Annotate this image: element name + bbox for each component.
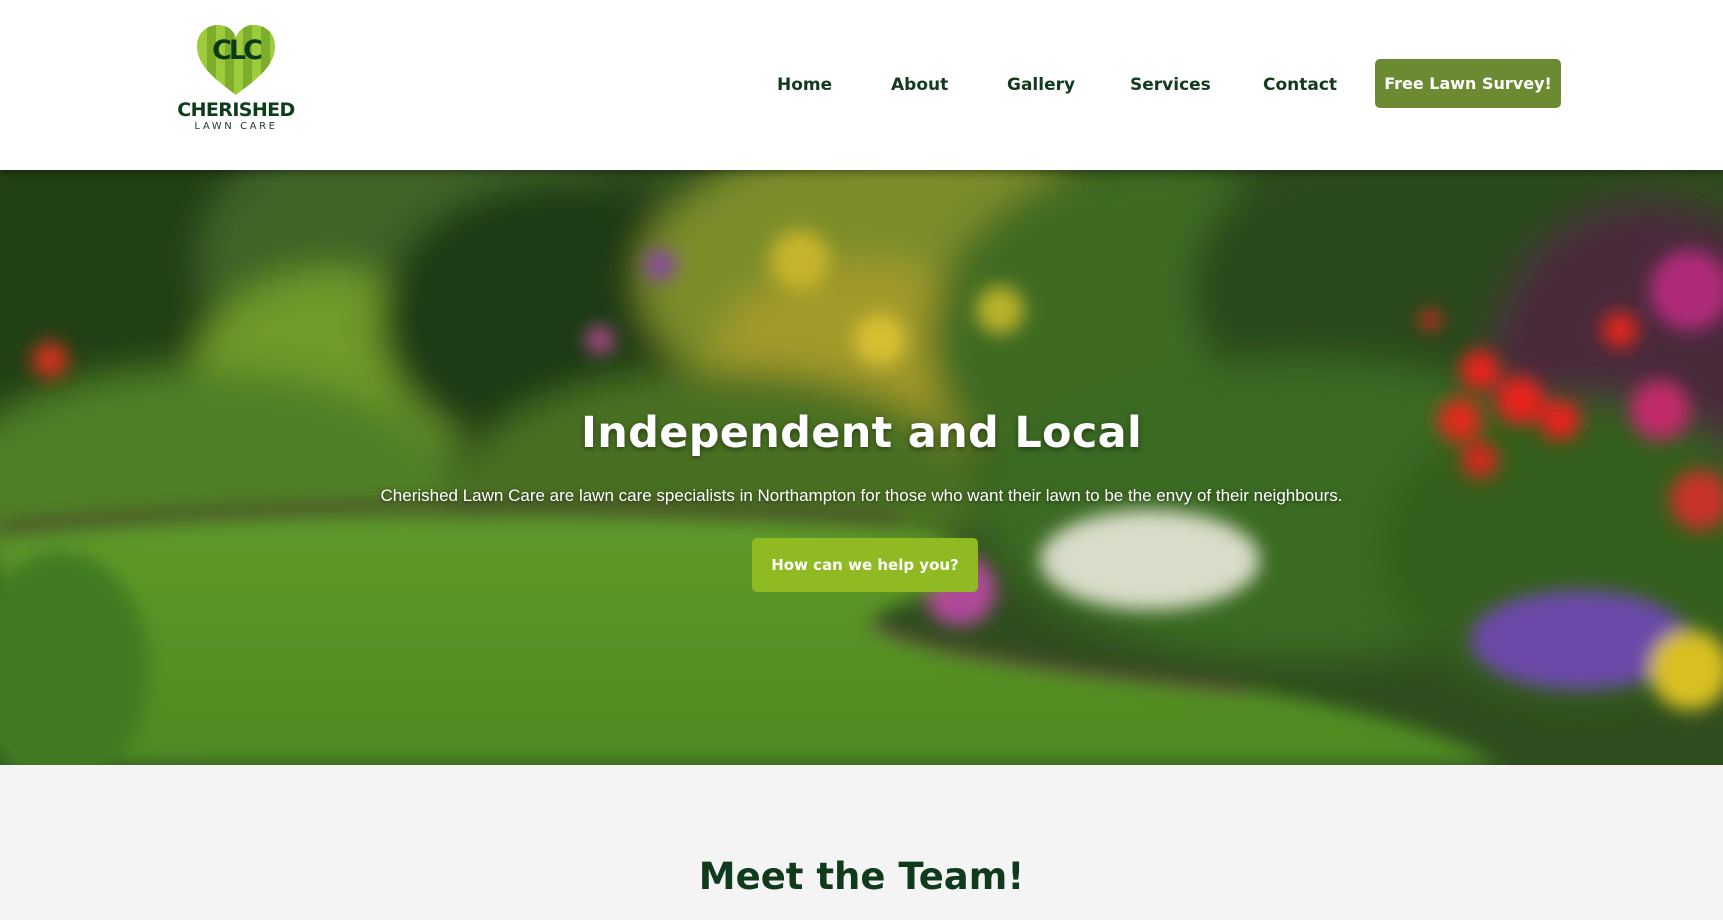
team-title: Meet the Team!: [698, 855, 1025, 898]
nav-item-about[interactable]: About: [891, 70, 948, 100]
logo-monogram: CLC: [212, 35, 263, 66]
hero-content: Independent and Local Cherished Lawn Car…: [0, 170, 1723, 765]
logo-tagline: LAWN CARE: [194, 121, 278, 132]
nav-item-home[interactable]: Home: [777, 70, 832, 100]
site-header: CLC CHERISHED LAWN CARE Home About Galle…: [0, 0, 1723, 170]
hero-title: Independent and Local: [580, 408, 1143, 458]
how-can-we-help-button[interactable]: How can we help you?: [752, 538, 978, 592]
logo-name: CHERISHED: [177, 99, 295, 121]
hero-section: Independent and Local Cherished Lawn Car…: [0, 170, 1723, 765]
nav-item-services[interactable]: Services: [1130, 70, 1211, 100]
team-section: Meet the Team!: [0, 765, 1723, 920]
hero-description: Cherished Lawn Care are lawn care specia…: [380, 486, 1343, 505]
free-lawn-survey-button[interactable]: Free Lawn Survey!: [1375, 59, 1561, 108]
nav-item-contact[interactable]: Contact: [1263, 70, 1337, 100]
nav-item-gallery[interactable]: Gallery: [1007, 70, 1075, 100]
